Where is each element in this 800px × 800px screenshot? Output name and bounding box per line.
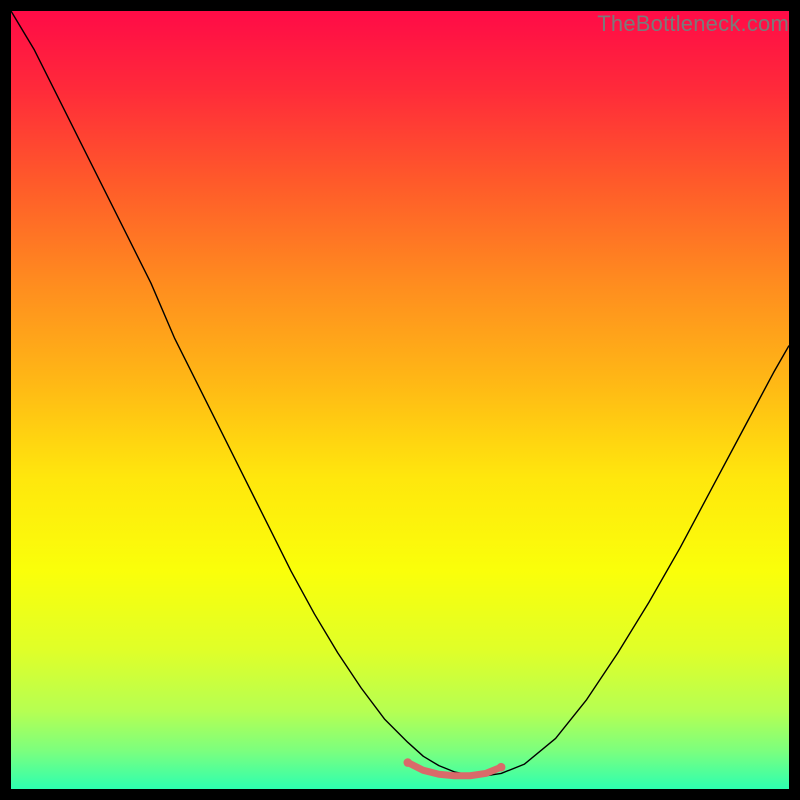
chart-svg (11, 11, 789, 789)
chart-frame: TheBottleneck.com (11, 11, 789, 789)
chart-background (11, 11, 789, 789)
watermark-text: TheBottleneck.com (597, 11, 789, 37)
series-flat-segment-endpoint (403, 758, 412, 767)
series-flat-segment-endpoint (497, 763, 506, 772)
